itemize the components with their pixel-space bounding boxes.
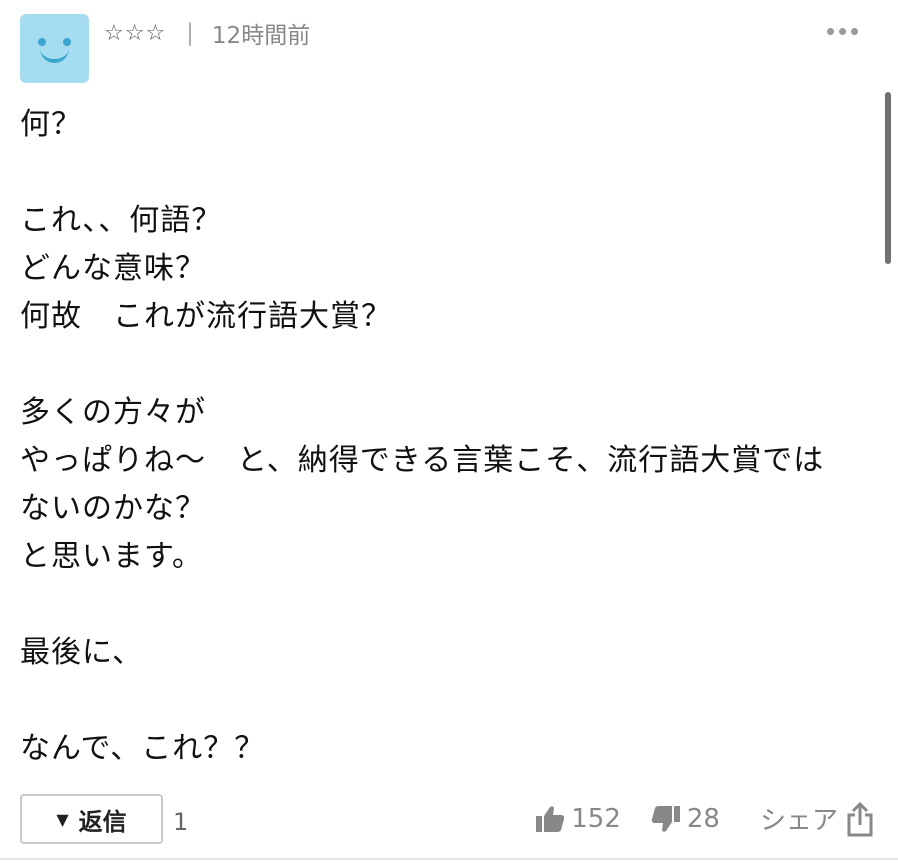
caret-down-icon: ▼	[56, 809, 69, 829]
meta-separator: |	[186, 20, 194, 46]
dislike-count: 28	[686, 803, 720, 834]
reaction-actions: 152 28 シェア	[535, 800, 874, 837]
reply-button[interactable]: ▼ 返信	[20, 794, 163, 844]
like-count: 152	[571, 803, 621, 834]
rating-stars: ☆☆☆	[104, 20, 167, 46]
thumbs-down-icon	[651, 805, 680, 832]
more-dot	[839, 28, 846, 35]
more-dot	[851, 28, 858, 35]
more-dot	[827, 28, 834, 35]
avatar-mouth	[40, 48, 69, 63]
avatar-eye-left	[38, 38, 46, 46]
share-label: シェア	[759, 806, 838, 836]
dislike-button[interactable]: 28	[651, 804, 720, 834]
share-icon	[847, 801, 873, 836]
thumbs-up-icon	[536, 805, 565, 832]
reply-count: 1	[173, 808, 189, 836]
share-button[interactable]: シェア	[760, 800, 874, 837]
comment-meta: ☆☆☆ | 12時間前	[104, 16, 310, 50]
avatar-eye-right	[63, 38, 71, 46]
comment-body: 何？ これ、、何語？ どんな意味？ 何故 これが流行語大賞？ 多くの方々が やっ…	[20, 107, 825, 766]
like-button[interactable]: 152	[535, 804, 621, 834]
reply-button-label: 返信	[78, 807, 127, 836]
comment-footer: ▼ 返信 1 152 28 シェア	[20, 794, 880, 846]
more-dots-icon[interactable]	[827, 28, 858, 35]
divider	[0, 858, 898, 860]
scrollbar-thumb[interactable]	[885, 92, 891, 264]
avatar[interactable]	[20, 14, 89, 83]
comment-card: ☆☆☆ | 12時間前 何？ これ、、何語？ どんな意味？ 何故 これが流行語大…	[0, 0, 898, 864]
comment-timestamp: 12時間前	[211, 23, 311, 49]
